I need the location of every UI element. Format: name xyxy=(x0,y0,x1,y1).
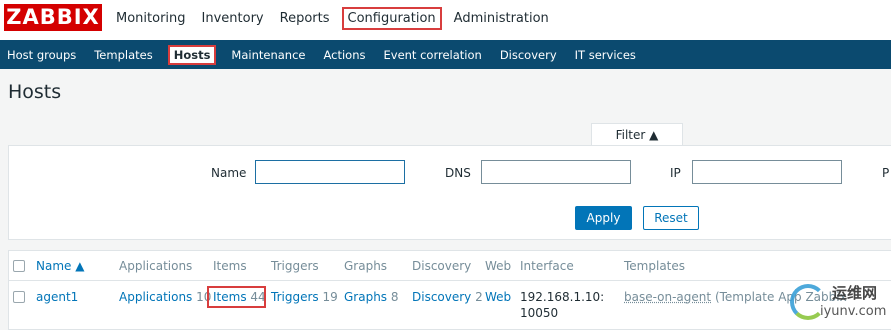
submenu-event-correlation[interactable]: Event correlation xyxy=(381,46,485,64)
menu-inventory[interactable]: Inventory xyxy=(198,8,268,29)
col-triggers-header: Triggers xyxy=(271,259,319,273)
col-name-header[interactable]: Name ▲ xyxy=(36,259,84,273)
applications-link[interactable]: Applications xyxy=(119,290,192,304)
items-highlight-box xyxy=(207,286,266,308)
watermark-text-1: 运维网 xyxy=(832,284,878,302)
filter-dns-input[interactable] xyxy=(481,160,631,184)
submenu-it-services[interactable]: IT services xyxy=(572,46,639,64)
header-divider xyxy=(8,280,891,281)
filter-port-label: P xyxy=(882,166,890,180)
top-bar: ZABBIX Monitoring Inventory Reports Conf… xyxy=(0,0,891,40)
web-link[interactable]: Web xyxy=(485,290,511,304)
menu-monitoring[interactable]: Monitoring xyxy=(112,8,190,29)
discovery-link[interactable]: Discovery xyxy=(412,290,471,304)
col-templates-header: Templates xyxy=(624,259,686,273)
triggers-count: 19 xyxy=(322,290,338,304)
submenu-actions[interactable]: Actions xyxy=(320,46,368,64)
submenu-host-groups[interactable]: Host groups xyxy=(4,46,79,64)
submenu-discovery[interactable]: Discovery xyxy=(497,46,560,64)
filter-ip-label: IP xyxy=(670,166,681,180)
triggers-link[interactable]: Triggers xyxy=(271,290,319,304)
applications-cell: Applications 10 xyxy=(119,290,211,304)
apply-button[interactable]: Apply xyxy=(575,206,632,230)
template-link[interactable]: base-on-agent xyxy=(624,290,711,304)
reset-button[interactable]: Reset xyxy=(643,206,699,230)
filter-name-label: Name xyxy=(211,166,247,180)
sub-menu: Host groups Templates Hosts Maintenance … xyxy=(0,40,891,69)
interface-line2: 10050 xyxy=(520,306,559,320)
graphs-count: 8 xyxy=(390,290,399,304)
menu-reports[interactable]: Reports xyxy=(276,8,334,29)
col-discovery-header: Discovery xyxy=(412,259,472,273)
interface-line1: 192.168.1.10: xyxy=(520,290,605,304)
col-web-header: Web xyxy=(485,259,512,273)
filter-name-input[interactable] xyxy=(255,160,405,184)
menu-administration[interactable]: Administration xyxy=(450,8,553,29)
col-interface-header: Interface xyxy=(520,259,574,273)
watermark-text-2: iyunv.com xyxy=(820,304,887,319)
filter-dns-label: DNS xyxy=(445,166,471,180)
triggers-cell: Triggers 19 xyxy=(271,290,338,304)
menu-configuration[interactable]: Configuration xyxy=(341,6,442,30)
watermark-logo: 运维网 iyunv.com xyxy=(788,280,888,326)
page-title: Hosts xyxy=(8,81,62,103)
submenu-hosts[interactable]: Hosts xyxy=(167,44,217,65)
graphs-cell: Graphs 8 xyxy=(344,290,399,304)
filter-tab[interactable]: Filter ▲ xyxy=(591,123,683,146)
select-all-checkbox[interactable] xyxy=(13,260,25,272)
host-name-link[interactable]: agent1 xyxy=(36,290,78,304)
submenu-maintenance[interactable]: Maintenance xyxy=(228,46,308,64)
row-checkbox[interactable] xyxy=(13,291,25,303)
submenu-templates[interactable]: Templates xyxy=(91,46,155,64)
col-applications-header: Applications xyxy=(119,259,193,273)
main-menu: Monitoring Inventory Reports Configurati… xyxy=(112,0,561,36)
discovery-count: 2 xyxy=(475,290,483,304)
filter-ip-input[interactable] xyxy=(692,160,842,184)
discovery-cell: Discovery 2 xyxy=(412,290,483,304)
graphs-link[interactable]: Graphs xyxy=(344,290,387,304)
zabbix-logo[interactable]: ZABBIX xyxy=(4,4,102,31)
col-items-header: Items xyxy=(213,259,247,273)
col-graphs-header: Graphs xyxy=(344,259,388,273)
